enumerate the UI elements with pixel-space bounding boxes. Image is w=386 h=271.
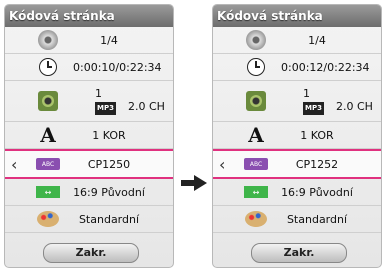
subtitle-row[interactable]: A 1 KOR bbox=[5, 122, 173, 149]
time-row[interactable]: 0:00:10/0:22:34 bbox=[5, 54, 173, 81]
audio-format: MP3 bbox=[303, 102, 324, 115]
close-button[interactable]: Zakr. bbox=[43, 243, 139, 263]
close-button[interactable]: Zakr. bbox=[251, 243, 347, 263]
speaker-icon bbox=[35, 90, 61, 112]
aspect-value: 16:9 Původní bbox=[73, 185, 145, 199]
audio-channels: 2.0 CH bbox=[335, 100, 373, 113]
aspect-row[interactable]: ↔ 16:9 Původní bbox=[213, 179, 381, 206]
aspect-row[interactable]: ↔ 16:9 Původní bbox=[5, 179, 173, 206]
title-row[interactable]: 1/4 bbox=[5, 27, 173, 54]
time-value: 0:00:12/0:22:34 bbox=[281, 60, 370, 74]
codepage-row[interactable]: ‹ ABC CP1250 bbox=[5, 149, 173, 179]
info-panel-before: Kódová stránka 1/4 0:00:10/0:22:34 1 MP3… bbox=[4, 4, 174, 268]
codepage-value: CP1252 bbox=[295, 157, 339, 171]
arrow-right-icon bbox=[181, 175, 207, 191]
panel-title: Kódová stránka bbox=[213, 5, 381, 27]
picture-mode-value: Standardní bbox=[286, 212, 348, 226]
subtitle-language: 1 KOR bbox=[92, 128, 126, 142]
audio-info: 1 MP3 2.0 CH bbox=[303, 87, 373, 115]
subtitle-language: 1 KOR bbox=[300, 128, 334, 142]
codepage-value: CP1250 bbox=[87, 157, 131, 171]
audio-track: 1 bbox=[303, 87, 310, 100]
audio-format: MP3 bbox=[95, 102, 116, 115]
clock-icon bbox=[243, 56, 269, 78]
speaker-icon bbox=[243, 90, 269, 112]
title-row[interactable]: 1/4 bbox=[213, 27, 381, 54]
audio-row[interactable]: 1 MP3 2.0 CH bbox=[5, 81, 173, 122]
info-panel-after: Kódová stránka 1/4 0:00:12/0:22:34 1 MP3… bbox=[212, 4, 382, 268]
picture-mode-row[interactable]: Standardní bbox=[5, 206, 173, 233]
time-value: 0:00:10/0:22:34 bbox=[73, 60, 162, 74]
title-number: 1/4 bbox=[100, 33, 118, 47]
clock-icon bbox=[35, 56, 61, 78]
codepage-row[interactable]: ‹ ABC CP1252 bbox=[213, 149, 381, 179]
audio-track: 1 bbox=[95, 87, 102, 100]
audio-row[interactable]: 1 MP3 2.0 CH bbox=[213, 81, 381, 122]
time-row[interactable]: 0:00:12/0:22:34 bbox=[213, 54, 381, 81]
picture-mode-row[interactable]: Standardní bbox=[213, 206, 381, 233]
subtitle-row[interactable]: A 1 KOR bbox=[213, 122, 381, 149]
aspect-value: 16:9 Původní bbox=[281, 185, 353, 199]
audio-info: 1 MP3 2.0 CH bbox=[95, 87, 165, 115]
picture-mode-value: Standardní bbox=[78, 212, 140, 226]
title-number: 1/4 bbox=[308, 33, 326, 47]
audio-channels: 2.0 CH bbox=[127, 100, 165, 113]
panel-title: Kódová stránka bbox=[5, 5, 173, 27]
